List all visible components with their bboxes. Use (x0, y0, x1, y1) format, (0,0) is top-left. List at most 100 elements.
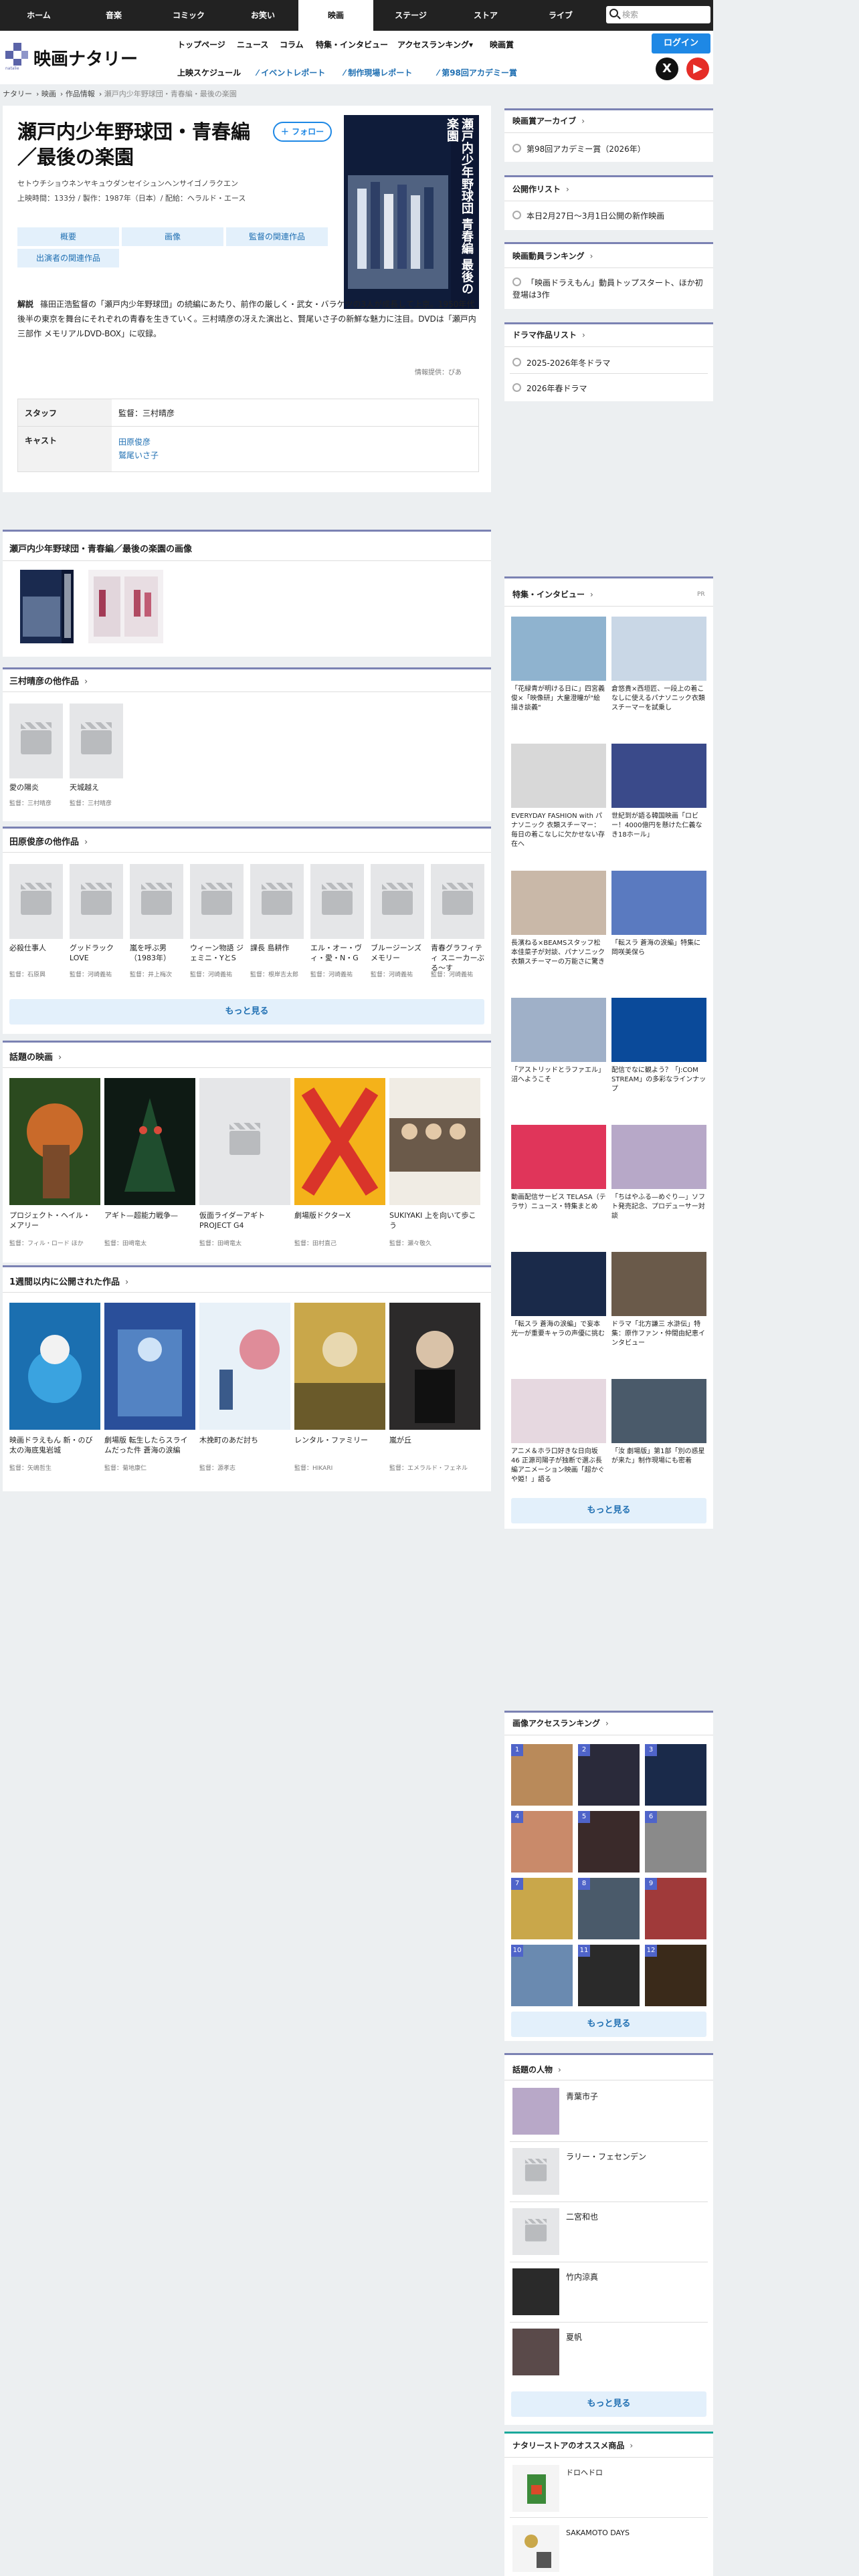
feature-thumb[interactable] (511, 1252, 606, 1316)
images-section-title[interactable]: 瀬戸内少年野球団・青春編／最後の楽園の画像 (9, 542, 192, 554)
nav-eiga[interactable]: 映画 (298, 0, 373, 31)
feature-title[interactable]: 「花緑青が明ける日に」四宮義俊×「映像研」大童澄瞳が"絵描き談義" (511, 685, 606, 732)
feature-thumb[interactable] (611, 998, 706, 1062)
movie-title[interactable]: 仮面ライダーアギト PROJECT G4 (199, 1210, 286, 1230)
image-rank-more-button[interactable]: もっと見る (511, 2012, 706, 2037)
menu-academy[interactable]: ⁄ 第98回アカデミー賞 (438, 67, 517, 78)
movie-placeholder-icon[interactable] (70, 704, 123, 778)
feature-title[interactable]: 「ちはやふる—めぐり—」ソフト発売記念、プロデューサー対談 (611, 1193, 706, 1240)
popular-title[interactable]: 話題の映画 › (9, 1050, 62, 1063)
movie-placeholder-icon[interactable] (130, 864, 183, 939)
movie-placeholder-icon[interactable] (310, 864, 364, 939)
nav-owarai[interactable]: お笑い (227, 0, 298, 31)
sidebar-people-title[interactable]: 話題の人物 › (512, 2064, 561, 2075)
feature-title[interactable]: 「転スラ 蒼海の涙編」で妄本光一が重要キャラの声優に挑む (511, 1320, 606, 1367)
product-image[interactable] (512, 2525, 559, 2572)
movie-title[interactable]: 劇場版 転生したらスライムだった件 蒼海の涙編 (104, 1435, 191, 1455)
person-name[interactable]: ラリー・フェセンデン (566, 2152, 646, 2162)
actor-works-title[interactable]: 田原俊彦の他作品 › (9, 835, 88, 847)
product-name[interactable]: ドロヘドロ (566, 2468, 603, 2478)
movie-title[interactable]: レンタル・ファミリー (294, 1435, 381, 1445)
menu-access-ranking[interactable]: アクセスランキング▾ (397, 39, 473, 50)
feature-title[interactable]: 配信でなに観よう？「J:COM STREAM」の多彩なラインナップ (611, 1066, 706, 1113)
image-thumb[interactable] (88, 570, 163, 643)
tab-images[interactable]: 画像 (122, 227, 223, 246)
staff-director[interactable]: 監督：三村晴彦 (118, 409, 175, 418)
tab-overview[interactable]: 概要 (17, 227, 119, 246)
movie-poster[interactable] (199, 1303, 290, 1430)
feature-title[interactable]: 「アストリッドとラファエル」沼へようこそ (511, 1066, 606, 1113)
movie-placeholder-icon[interactable] (190, 864, 244, 939)
feature-thumb[interactable] (611, 1125, 706, 1189)
feature-thumb[interactable] (611, 1379, 706, 1443)
person-placeholder-icon[interactable] (512, 2208, 559, 2255)
movie-poster[interactable] (294, 1303, 385, 1430)
person-name[interactable]: 二宮和也 (566, 2212, 598, 2222)
actor-more-button[interactable]: もっと見る (9, 999, 484, 1025)
people-more-button[interactable]: もっと見る (511, 2391, 706, 2417)
person-photo[interactable] (512, 2329, 559, 2375)
movie-placeholder-icon[interactable] (9, 704, 63, 778)
x-icon[interactable]: X (656, 58, 678, 80)
product-name[interactable]: SAKAMOTO DAYS (566, 2528, 630, 2538)
features-more-button[interactable]: もっと見る (511, 1498, 706, 1523)
sidebar-ranking-title[interactable]: 映画動員ランキング › (512, 250, 593, 261)
nav-stage[interactable]: ステージ (373, 0, 448, 31)
feature-thumb[interactable] (611, 871, 706, 935)
nav-music[interactable]: 音楽 (78, 0, 150, 31)
movie-poster[interactable] (389, 1303, 480, 1430)
breadcrumb-eiga[interactable]: 映画 (41, 90, 56, 98)
sidebar-release-title[interactable]: 公開作リスト › (512, 183, 569, 195)
movie-poster[interactable] (104, 1078, 195, 1205)
sidebar-drama-item[interactable]: 2025-2026年冬ドラマ (512, 357, 610, 368)
cast-item[interactable]: 鷲尾いさ子 (118, 449, 159, 462)
person-photo[interactable] (512, 2268, 559, 2315)
person-photo[interactable] (512, 2088, 559, 2135)
feature-thumb[interactable] (511, 1125, 606, 1189)
feature-title[interactable]: 長濱ねる×BEAMSスタッフ松本佳菜子が対談、パナソニック衣類スチーマーの万能さ… (511, 939, 606, 986)
movie-placeholder-icon[interactable] (199, 1078, 290, 1205)
movie-title[interactable]: 天城越え (70, 782, 124, 792)
sidebar-drama-item[interactable]: 2026年春ドラマ (512, 383, 587, 394)
feature-title[interactable]: アニメ＆ホラ口好きな日向坂46 正源司陽子が独断で選ぶ長編アニメーション映画「超… (511, 1447, 606, 1494)
movie-title[interactable]: SUKIYAKI 上を向いて歩こう (389, 1210, 476, 1230)
product-image[interactable] (512, 2465, 559, 2512)
movie-poster[interactable] (294, 1078, 385, 1205)
feature-title[interactable]: 「汝 劇場版」第1部「別の惑星が来た」制作現場にも密着 (611, 1447, 706, 1494)
nav-live[interactable]: ライブ (523, 0, 598, 31)
movie-title[interactable]: 課長 島耕作 (250, 943, 306, 953)
sidebar-release-item[interactable]: 本日2月27日〜3月1日公開の新作映画 (512, 210, 664, 221)
feature-thumb[interactable] (511, 617, 606, 681)
movie-title[interactable]: 嵐を呼ぶ男（1983年） (130, 943, 186, 963)
feature-title[interactable]: 世紀到が語る韓国映画「ロビー！4000億円を懸けた仁義なき18ホール」 (611, 812, 706, 859)
feature-title[interactable]: 倉悠貴×西垣匠、一段上の着こなしに使えるパナソニック衣類スチーマーを試乗し (611, 685, 706, 732)
movie-poster[interactable] (104, 1303, 195, 1430)
menu-top[interactable]: トップページ (177, 39, 225, 50)
cast-item[interactable]: 田原俊彦 (118, 435, 159, 449)
movie-title[interactable]: エル・オー・ヴィ・愛・N・G (310, 943, 367, 963)
movie-title[interactable]: 劇場版ドクターX (294, 1210, 381, 1220)
movie-title[interactable]: 嵐が丘 (389, 1435, 476, 1445)
feature-thumb[interactable] (511, 871, 606, 935)
nav-comic[interactable]: コミック (150, 0, 227, 31)
feature-thumb[interactable] (611, 744, 706, 808)
feature-thumb[interactable] (511, 1379, 606, 1443)
movie-placeholder-icon[interactable] (431, 864, 484, 939)
movie-title[interactable]: アギト—超能力戦争— (104, 1210, 191, 1220)
menu-awards[interactable]: 映画賞 (490, 39, 514, 50)
sidebar-ranking-item[interactable]: 「映画ドラえもん」動員トップスタート、ほか初登場は3作 (512, 277, 706, 301)
movie-title[interactable]: 愛の陽炎 (9, 782, 64, 792)
feature-title[interactable]: ドラマ「北方謙三 水滸伝」特集：原作ファン・仲間由紀恵インタビュー (611, 1320, 706, 1367)
movie-title[interactable]: 映画ドラえもん 新・のび太の海底鬼岩城 (9, 1435, 96, 1455)
movie-title[interactable]: 青春グラフィティ スニーカーぶる～す (431, 943, 487, 973)
movie-title[interactable]: ブルージーンズメモリー (371, 943, 427, 963)
menu-production-report[interactable]: ⁄ 制作現場レポート (344, 67, 412, 78)
movie-poster[interactable] (389, 1078, 480, 1205)
nav-store[interactable]: ストア (448, 0, 523, 31)
menu-schedule[interactable]: 上映スケジュール (177, 67, 241, 78)
movie-placeholder-icon[interactable] (70, 864, 123, 939)
feature-thumb[interactable] (611, 1252, 706, 1316)
breadcrumb-works[interactable]: 作品情報 (66, 90, 95, 98)
movie-poster[interactable] (9, 1078, 100, 1205)
menu-news[interactable]: ニュース (237, 39, 268, 50)
